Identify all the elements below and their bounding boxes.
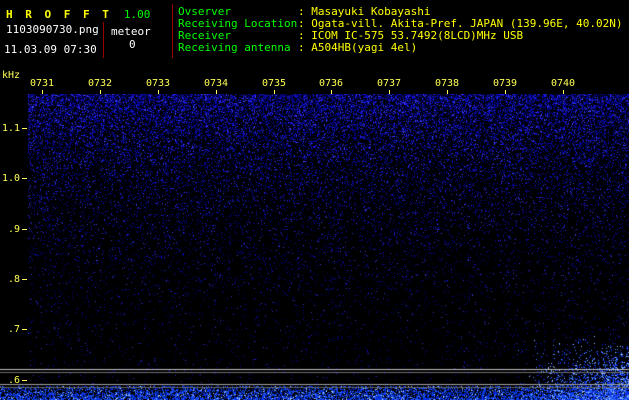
time-tick	[447, 90, 448, 94]
freq-label: .7	[7, 324, 20, 335]
time-tick	[389, 90, 390, 94]
freq-label: .9	[7, 224, 20, 235]
time-label: 0733	[146, 78, 171, 89]
time-tick	[505, 90, 506, 94]
output-filename: 1103090730.png	[6, 23, 99, 36]
freq-unit-label: kHz	[2, 70, 21, 81]
time-label: 0739	[493, 78, 518, 89]
app-version: 1.00	[123, 8, 151, 21]
time-label: 0737	[377, 78, 402, 89]
datetime-label: 11.03.09 07:30	[4, 43, 97, 56]
freq-label: 1.0	[1, 173, 20, 184]
time-label: 0738	[435, 78, 460, 89]
app-title: H R O F F T	[6, 8, 112, 21]
time-label: 0740	[551, 78, 576, 89]
time-label: 0736	[319, 78, 344, 89]
spectrogram-canvas	[0, 94, 629, 400]
freq-tick	[22, 178, 27, 179]
time-label: 0731	[30, 78, 55, 89]
time-tick	[158, 90, 159, 94]
red-separator	[172, 4, 173, 58]
station-info: Ovserver: Masayuki Kobayashi Receiving L…	[178, 6, 623, 54]
time-tick	[563, 90, 564, 94]
info-label: Receiving antenna	[178, 41, 291, 54]
meteor-counter-label: meteor	[111, 25, 151, 38]
meteor-counter-value: 0	[129, 38, 136, 51]
info-value: : A504HB(yagi 4el)	[298, 41, 418, 54]
title-bar: H R O F F T 1.00	[6, 3, 150, 22]
freq-tick	[22, 229, 27, 230]
red-separator	[103, 22, 104, 58]
time-tick	[216, 90, 217, 94]
freq-tick	[22, 380, 27, 381]
time-tick	[100, 90, 101, 94]
time-label: 0735	[262, 78, 287, 89]
freq-tick	[22, 329, 27, 330]
freq-tick	[22, 128, 27, 129]
time-tick	[331, 90, 332, 94]
time-tick	[274, 90, 275, 94]
freq-label: .8	[7, 274, 20, 285]
time-label: 0734	[204, 78, 229, 89]
freq-label: 1.1	[1, 123, 20, 134]
time-tick	[42, 90, 43, 94]
time-label: 0732	[88, 78, 113, 89]
freq-label: .6	[7, 375, 20, 386]
info-row-antenna: Receiving antenna : A504HB(yagi 4el)	[178, 42, 623, 54]
freq-tick	[22, 279, 27, 280]
